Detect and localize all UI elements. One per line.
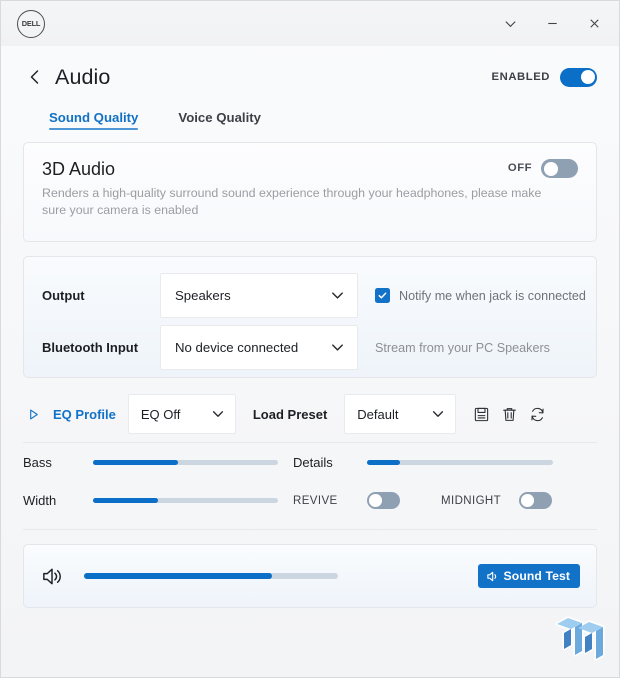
notify-checkbox-label: Notify me when jack is connected — [399, 288, 586, 303]
page-title: Audio — [55, 64, 111, 89]
bluetooth-select-value: No device connected — [175, 340, 299, 355]
three-d-audio-toggle[interactable] — [541, 159, 578, 178]
dell-logo-text: DELL — [21, 18, 41, 29]
content-area: 3D Audio OFF Renders a high-quality surr… — [1, 130, 619, 608]
three-d-audio-title: 3D Audio — [42, 159, 116, 179]
eq-profile-label: EQ Profile — [53, 406, 116, 422]
dell-logo: DELL — [17, 9, 45, 38]
width-slider-fill — [93, 498, 158, 503]
eq-row: EQ Profile EQ Off Load Preset Default — [23, 392, 597, 436]
tab-bar: Sound Quality Voice Quality — [1, 94, 619, 130]
enabled-label: ENABLED — [491, 71, 550, 83]
bass-slider[interactable] — [93, 460, 278, 465]
bluetooth-row: Bluetooth Input No device connected Stre… — [42, 325, 578, 370]
tab-sound-quality[interactable]: Sound Quality — [49, 110, 139, 130]
midnight-label: MIDNIGHT — [441, 494, 502, 507]
dell-audio-window: DELL Audio ENABLED Sound Quality Voice Q… — [0, 0, 620, 678]
reset-icon[interactable] — [529, 406, 546, 423]
load-preset-label: Load Preset — [252, 406, 328, 422]
width-slider[interactable] — [93, 498, 278, 503]
output-row: Output Speakers Notify me when jack is c… — [42, 273, 586, 318]
effects-toggles: MIDNIGHT — [367, 492, 597, 509]
triangle-right-icon[interactable] — [25, 408, 41, 421]
notify-checkbox[interactable] — [375, 288, 390, 303]
details-label: Details — [293, 455, 333, 470]
chevron-down-icon — [210, 406, 226, 422]
bass-slider-fill — [93, 460, 179, 465]
output-card: Output Speakers Notify me when jack is c… — [23, 256, 597, 378]
chevron-down-icon — [329, 287, 346, 304]
bass-label: Bass — [23, 455, 52, 470]
volume-card: Sound Test — [23, 544, 597, 608]
output-select-value: Speakers — [175, 288, 231, 303]
speaker-icon[interactable] — [40, 564, 65, 589]
minimize-icon[interactable] — [531, 4, 573, 44]
chevron-down-icon — [430, 406, 446, 422]
bluetooth-select[interactable]: No device connected — [160, 325, 358, 370]
three-d-audio-card: 3D Audio OFF Renders a high-quality surr… — [23, 142, 597, 242]
toggle-knob — [521, 494, 534, 507]
revive-label: REVIVE — [293, 494, 338, 507]
eq-divider — [23, 442, 597, 443]
preset-select-value: Default — [357, 406, 399, 422]
sound-test-speaker-icon — [486, 570, 499, 583]
toggle-knob — [543, 161, 558, 176]
audio-enabled-toggle[interactable] — [560, 67, 597, 87]
close-icon[interactable] — [573, 4, 615, 44]
back-arrow-icon[interactable] — [23, 65, 47, 89]
three-d-audio-header: 3D Audio OFF — [42, 159, 578, 180]
tab-voice-quality[interactable]: Voice Quality — [178, 110, 261, 130]
details-slider[interactable] — [367, 460, 553, 465]
three-d-audio-description: Renders a high-quality surround sound ex… — [42, 186, 542, 217]
bluetooth-label: Bluetooth Input — [42, 340, 139, 355]
volume-slider[interactable] — [84, 573, 338, 579]
slider-grid: Bass Details Width REVIVE MIDNIGHT — [23, 455, 597, 509]
sliders-divider — [23, 529, 597, 530]
preset-select[interactable]: Default — [344, 394, 457, 434]
sound-test-button[interactable]: Sound Test — [477, 564, 580, 588]
delete-icon[interactable] — [501, 406, 518, 423]
output-select[interactable]: Speakers — [160, 273, 358, 318]
toggle-knob — [580, 70, 595, 84]
revive-toggle[interactable] — [367, 492, 400, 509]
save-icon[interactable] — [473, 406, 490, 423]
sound-test-label: Sound Test — [503, 569, 570, 583]
eq-profile-select-value: EQ Off — [140, 406, 181, 422]
eq-action-icons — [473, 406, 546, 423]
title-bar: DELL — [1, 1, 619, 46]
midnight-toggle[interactable] — [519, 492, 552, 509]
eq-profile-select[interactable]: EQ Off — [127, 394, 236, 434]
volume-slider-fill — [84, 573, 272, 579]
chevron-down-icon[interactable] — [489, 4, 531, 44]
tweaktown-logo — [551, 611, 607, 663]
output-label: Output — [42, 288, 85, 303]
toggle-knob — [369, 494, 382, 507]
three-d-audio-state-label: OFF — [507, 162, 532, 174]
chevron-down-icon — [329, 339, 346, 356]
width-label: Width — [23, 493, 57, 508]
notify-checkbox-wrap[interactable]: Notify me when jack is connected — [375, 288, 586, 303]
details-slider-fill — [367, 460, 401, 465]
bluetooth-note: Stream from your PC Speakers — [375, 340, 550, 355]
page-header: Audio ENABLED — [1, 46, 619, 94]
